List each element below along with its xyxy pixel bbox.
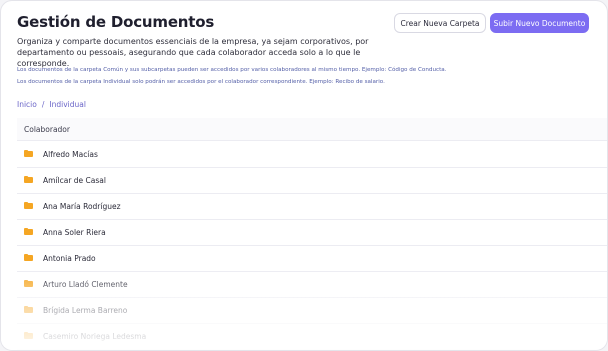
collaborator-name: Brígida Lerma Barreno — [43, 305, 128, 315]
table-row[interactable]: Casemiro Noriega Ledesma — [17, 323, 607, 350]
breadcrumb: Inicio / Individual — [17, 100, 86, 109]
page-description: Organiza y comparte documentos essenciai… — [17, 37, 369, 68]
note-individual-folder: Los documentos de la carpeta Individual … — [17, 79, 385, 85]
folder-icon — [24, 254, 33, 261]
table-row[interactable]: Amílcar de Casal — [17, 167, 607, 194]
folder-icon — [24, 202, 33, 209]
upload-document-button[interactable]: Subir Nuevo Documento — [490, 13, 589, 33]
table-row[interactable]: Antonia Prado — [17, 245, 607, 272]
folder-icon — [24, 332, 33, 339]
collaborator-name: Ana María Rodríguez — [43, 201, 121, 211]
folder-icon — [24, 228, 33, 235]
column-header-colaborador[interactable]: Colaborador — [24, 125, 70, 134]
folder-icon — [24, 176, 33, 183]
page-title: Gestión de Documentos — [17, 13, 215, 31]
collaborator-name: Casemiro Noriega Ledesma — [43, 331, 147, 341]
collaborator-name: Amílcar de Casal — [43, 175, 106, 185]
folder-icon — [24, 280, 33, 287]
create-folder-button[interactable]: Crear Nueva Carpeta — [394, 13, 486, 33]
table-row[interactable]: Arturo Lladó Clemente — [17, 271, 607, 298]
collaborator-name: Antonia Prado — [43, 253, 96, 263]
collaborator-name: Anna Soler Riera — [43, 227, 106, 237]
folder-icon — [24, 150, 33, 157]
table-row[interactable]: Brígida Lerma Barreno — [17, 297, 607, 324]
table-row[interactable]: Alfredo Macías — [17, 141, 607, 168]
documents-card: Gestión de Documentos Crear Nueva Carpet… — [0, 0, 608, 351]
table-row[interactable]: Anna Soler Riera — [17, 219, 607, 246]
folder-icon — [24, 306, 33, 313]
note-common-folder: Los documentos de la carpeta Común y sus… — [17, 67, 447, 73]
breadcrumb-root-link[interactable]: Inicio — [17, 100, 37, 109]
table-row[interactable]: Ana María Rodríguez — [17, 193, 607, 220]
collaborator-name: Alfredo Macías — [43, 149, 98, 159]
breadcrumb-current: Individual — [49, 100, 86, 109]
breadcrumb-separator: / — [41, 100, 45, 109]
collaborator-name: Arturo Lladó Clemente — [43, 279, 128, 289]
table-header: Colaborador — [17, 118, 607, 141]
